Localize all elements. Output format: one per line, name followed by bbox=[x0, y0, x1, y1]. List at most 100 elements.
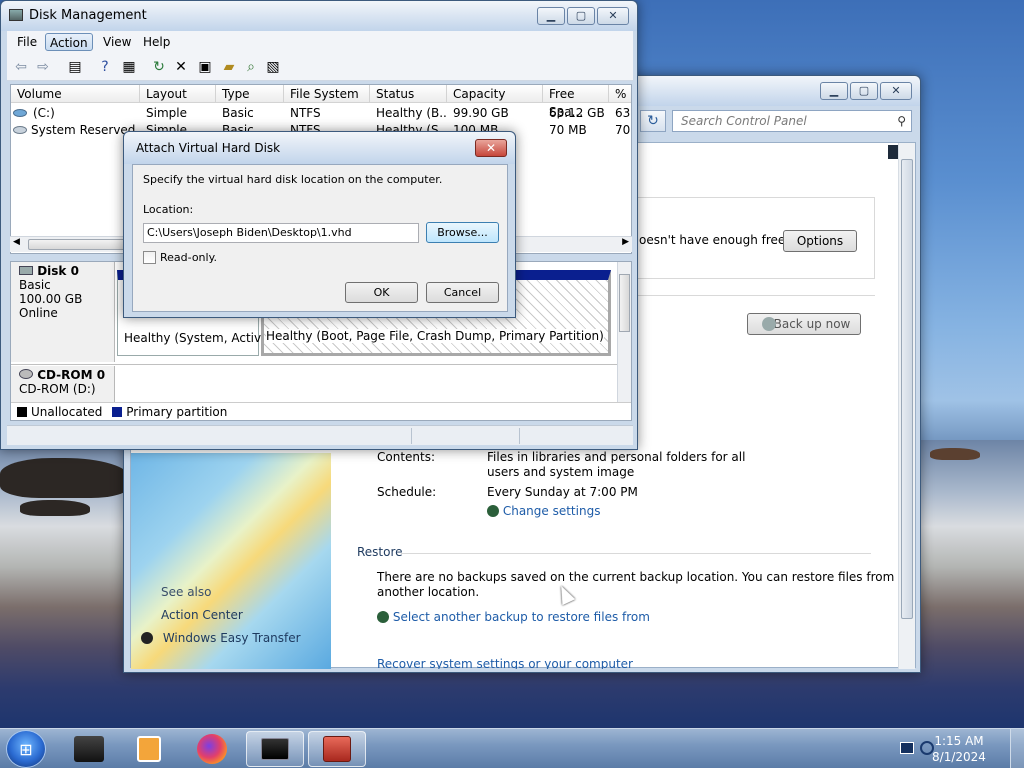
taskbar-app-control-panel[interactable] bbox=[308, 731, 366, 767]
search-disk-icon[interactable]: ⌕ bbox=[241, 57, 261, 77]
control-panel-taskbar-icon bbox=[323, 736, 351, 762]
dialog-titlebar[interactable]: Attach Virtual Hard Disk ✕ bbox=[124, 132, 515, 164]
column-header-filesystem[interactable]: File System bbox=[284, 85, 370, 103]
firefox-icon bbox=[197, 734, 227, 764]
row-percent-free: 63 bbox=[615, 106, 631, 120]
row-type: Basic bbox=[222, 106, 254, 120]
console-icon[interactable]: ▦ bbox=[119, 57, 139, 77]
close-icon[interactable]: ✕ bbox=[880, 82, 912, 100]
restore-text-line2: another location. bbox=[377, 585, 480, 599]
cancel-button[interactable]: Cancel bbox=[426, 282, 499, 303]
disk0-name: Disk 0 bbox=[19, 264, 114, 278]
see-also-heading: See also bbox=[161, 585, 212, 599]
taskbar-app-disk-management[interactable] bbox=[246, 731, 304, 767]
readonly-checkbox[interactable] bbox=[143, 251, 156, 264]
status-bar bbox=[7, 425, 633, 445]
legend-primary: Primary partition bbox=[126, 405, 228, 419]
disk0-size: 100.00 GB bbox=[19, 292, 83, 306]
ok-button[interactable]: OK bbox=[345, 282, 418, 303]
column-header-status[interactable]: Status bbox=[370, 85, 447, 103]
vertical-scrollbar[interactable] bbox=[898, 143, 915, 669]
menu-action[interactable]: Action bbox=[45, 33, 93, 51]
column-header-percent-free[interactable]: % F bbox=[609, 85, 631, 103]
clock-date: 8/1/2024 bbox=[932, 750, 986, 764]
partition-status: Healthy (System, Active, bbox=[124, 331, 273, 345]
cdrom-label[interactable]: CD-ROM 0 CD-ROM (D:) bbox=[11, 366, 115, 402]
scrollbar-thumb[interactable] bbox=[901, 159, 913, 619]
column-header-free-space[interactable]: Free Spa... bbox=[543, 85, 609, 119]
contents-label: Contents: bbox=[377, 450, 436, 464]
scroll-left-icon[interactable]: ◀ bbox=[13, 237, 20, 247]
vertical-scrollbar[interactable] bbox=[617, 262, 631, 402]
easy-transfer-icon bbox=[141, 632, 153, 644]
select-backup-label: Select another backup to restore files f… bbox=[392, 610, 650, 624]
help-icon[interactable]: ? bbox=[95, 57, 115, 77]
drive-icon bbox=[13, 126, 27, 134]
maximize-icon[interactable]: ▢ bbox=[567, 7, 595, 25]
contents-value-line2: users and system image bbox=[487, 465, 635, 479]
disk0-label[interactable]: Disk 0 Basic 100.00 GB Online bbox=[11, 262, 115, 362]
back-icon[interactable]: ⇦ bbox=[11, 57, 31, 77]
taskbar-app-firefox[interactable] bbox=[183, 731, 241, 767]
clock-time: 1:15 AM bbox=[934, 734, 984, 748]
backup-now-button[interactable]: Back up now bbox=[747, 313, 861, 335]
rescan-icon[interactable]: ▧ bbox=[263, 57, 283, 77]
globe-shield-icon bbox=[487, 505, 499, 517]
menu-help[interactable]: Help bbox=[139, 33, 174, 51]
forward-icon[interactable]: ⇨ bbox=[33, 57, 53, 77]
action-center-link[interactable]: Action Center bbox=[161, 608, 243, 622]
search-icon[interactable]: ⚲ bbox=[897, 111, 906, 131]
column-header-capacity[interactable]: Capacity bbox=[447, 85, 543, 103]
location-label: Location: bbox=[143, 203, 194, 216]
select-backup-link[interactable]: Select another backup to restore files f… bbox=[377, 610, 650, 624]
column-header-layout[interactable]: Layout bbox=[140, 85, 216, 103]
browse-button[interactable]: Browse... bbox=[426, 222, 499, 243]
start-button[interactable]: ⊞ bbox=[6, 730, 46, 768]
search-input[interactable]: Search Control Panel ⚲ bbox=[672, 110, 912, 132]
menu-file[interactable]: File bbox=[13, 33, 41, 51]
shield-icon bbox=[762, 317, 776, 331]
network-icon[interactable] bbox=[900, 742, 914, 754]
row-free-space: 63.12 GB bbox=[549, 106, 605, 120]
properties-icon[interactable]: ▤ bbox=[65, 57, 85, 77]
row-status: Healthy (B... bbox=[376, 106, 446, 120]
close-icon[interactable]: ✕ bbox=[597, 7, 629, 25]
maximize-icon[interactable]: ▢ bbox=[850, 82, 878, 100]
clock[interactable]: 1:15 AM 8/1/2024 bbox=[924, 733, 994, 765]
scrollbar-thumb[interactable] bbox=[619, 274, 630, 332]
refresh-icon[interactable]: ↻ bbox=[640, 110, 666, 132]
change-settings-link[interactable]: Change settings bbox=[487, 504, 600, 518]
options-button[interactable]: Options bbox=[783, 230, 857, 252]
column-header-type[interactable]: Type bbox=[216, 85, 284, 103]
scroll-right-icon[interactable]: ▶ bbox=[622, 237, 629, 247]
menu-view[interactable]: View bbox=[99, 33, 135, 51]
disk-management-titlebar[interactable]: Disk Management ▁ ▢ ✕ bbox=[1, 1, 637, 31]
show-desktop-button[interactable] bbox=[1010, 729, 1024, 768]
recover-link[interactable]: Recover system settings or your computer bbox=[377, 657, 633, 669]
delete-icon[interactable]: ✕ bbox=[171, 57, 191, 77]
table-row[interactable]: (C:) Simple Basic NTFS Healthy (B... 99.… bbox=[11, 105, 631, 121]
primary-swatch bbox=[112, 407, 123, 417]
space-warning-text: oesn't have enough free bbox=[639, 233, 786, 247]
taskbar-app-disk[interactable] bbox=[60, 731, 118, 767]
disk0-type: Basic bbox=[19, 278, 51, 292]
restore-text-line1: There are no backups saved on the curren… bbox=[377, 570, 895, 584]
open-folder-icon[interactable]: ▰ bbox=[219, 57, 239, 77]
refresh-icon[interactable]: ↻ bbox=[149, 57, 169, 77]
easy-transfer-link[interactable]: Windows Easy Transfer bbox=[141, 631, 301, 645]
close-icon[interactable]: ✕ bbox=[475, 139, 507, 157]
taskbar: ⊞ 1:15 AM 8/1/2024 bbox=[0, 728, 1024, 768]
legend-unallocated: Unallocated bbox=[31, 405, 103, 419]
globe-shield-icon bbox=[377, 611, 389, 623]
location-input[interactable]: C:\Users\Joseph Biden\Desktop\1.vhd bbox=[143, 223, 419, 243]
minimize-icon[interactable]: ▁ bbox=[537, 7, 565, 25]
taskbar-app-media[interactable] bbox=[120, 731, 178, 767]
toolbar: ⇦ ⇨ ▤ ? ▦ ↻ ✕ ▣ ▰ ⌕ ▧ bbox=[7, 53, 633, 81]
dialog-title: Attach Virtual Hard Disk bbox=[136, 141, 281, 155]
attach-vhd-dialog: Attach Virtual Hard Disk ✕ Specify the v… bbox=[123, 131, 516, 318]
legend: Unallocated Primary partition bbox=[11, 402, 631, 420]
settings-icon[interactable]: ▣ bbox=[195, 57, 215, 77]
minimize-icon[interactable]: ▁ bbox=[820, 82, 848, 100]
windows-logo-icon: ⊞ bbox=[19, 739, 33, 759]
column-header-volume[interactable]: Volume bbox=[11, 85, 140, 103]
